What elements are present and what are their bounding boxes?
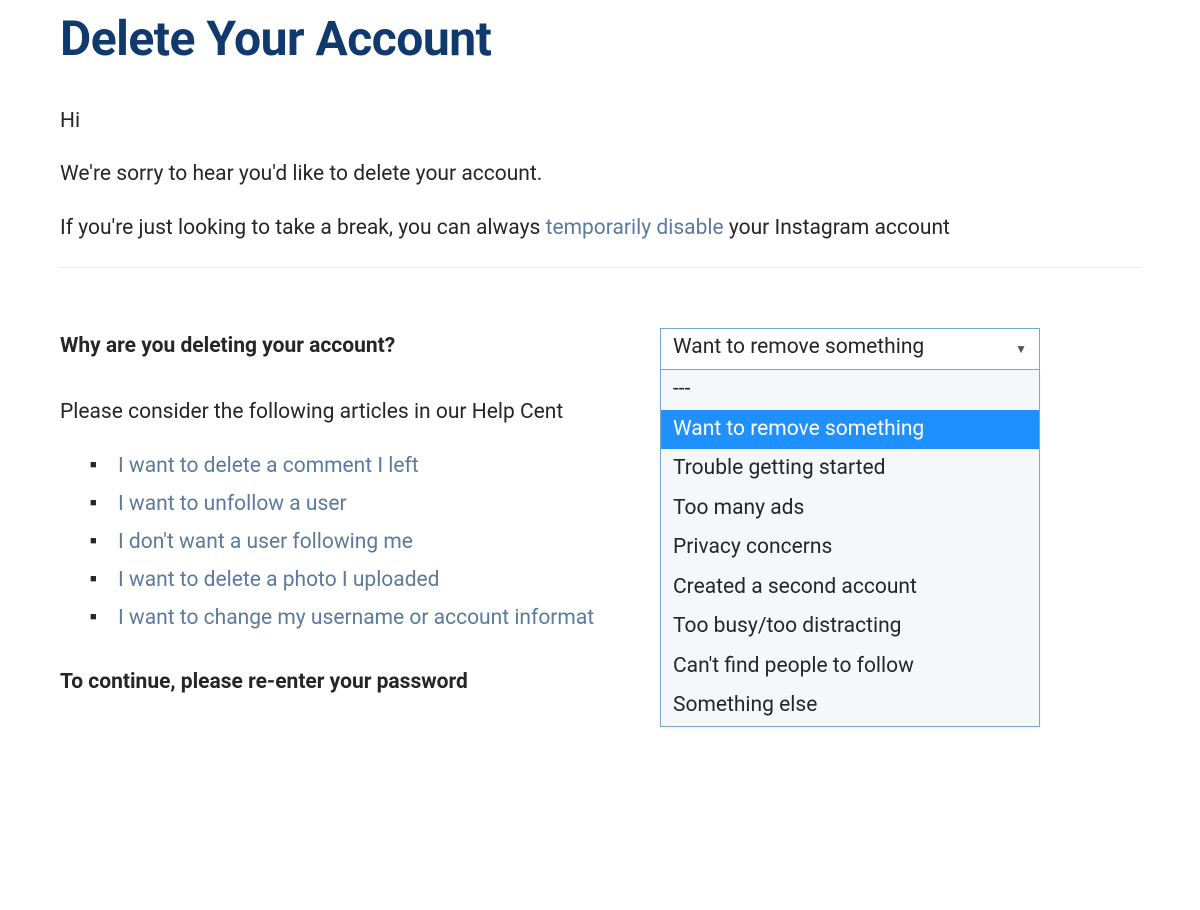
reason-option[interactable]: Too busy/too distracting (661, 607, 1039, 647)
reason-option[interactable]: Created a second account (661, 568, 1039, 608)
reason-option[interactable]: Privacy concerns (661, 528, 1039, 568)
break-suffix: your Instagram account (724, 216, 950, 240)
break-text: If you're just looking to take a break, … (60, 214, 1140, 243)
reason-option[interactable]: Too many ads (661, 489, 1039, 529)
break-prefix: If you're just looking to take a break, … (60, 216, 546, 240)
reason-select-wrap: Want to remove something ▼ ---Want to re… (660, 328, 1040, 370)
help-article-link[interactable]: I want to change my username or account … (118, 606, 594, 630)
section-divider (60, 267, 1140, 268)
delete-account-page: Delete Your Account Hi We're sorry to he… (0, 10, 1200, 712)
sorry-text: We're sorry to hear you'd like to delete… (60, 160, 1140, 189)
help-article-link[interactable]: I want to delete a photo I uploaded (118, 568, 440, 592)
chevron-down-icon: ▼ (1015, 342, 1027, 356)
help-article-link[interactable]: I want to delete a comment I left (118, 454, 419, 478)
reason-option[interactable]: Want to remove something (661, 410, 1039, 450)
page-title: Delete Your Account (60, 10, 1140, 67)
reason-option[interactable]: Trouble getting started (661, 449, 1039, 489)
reason-row: Why are you deleting your account? Want … (60, 328, 1140, 370)
password-label: To continue, please re-enter your passwo… (60, 670, 660, 694)
reason-selected-value: Want to remove something (673, 335, 924, 359)
reason-select[interactable]: Want to remove something ▼ (660, 328, 1040, 370)
intro-block: Hi We're sorry to hear you'd like to del… (60, 107, 1140, 243)
reason-label: Why are you deleting your account? (60, 328, 660, 358)
help-article-link[interactable]: I want to unfollow a user (118, 492, 347, 516)
reason-dropdown: ---Want to remove somethingTrouble getti… (660, 370, 1040, 727)
help-article-link[interactable]: I don't want a user following me (118, 530, 413, 554)
reason-option[interactable]: --- (661, 370, 1039, 410)
greeting-text: Hi (60, 107, 1140, 136)
reason-option[interactable]: Something else (661, 686, 1039, 726)
reason-option[interactable]: Can't find people to follow (661, 647, 1039, 687)
temporarily-disable-link[interactable]: temporarily disable (546, 216, 724, 240)
